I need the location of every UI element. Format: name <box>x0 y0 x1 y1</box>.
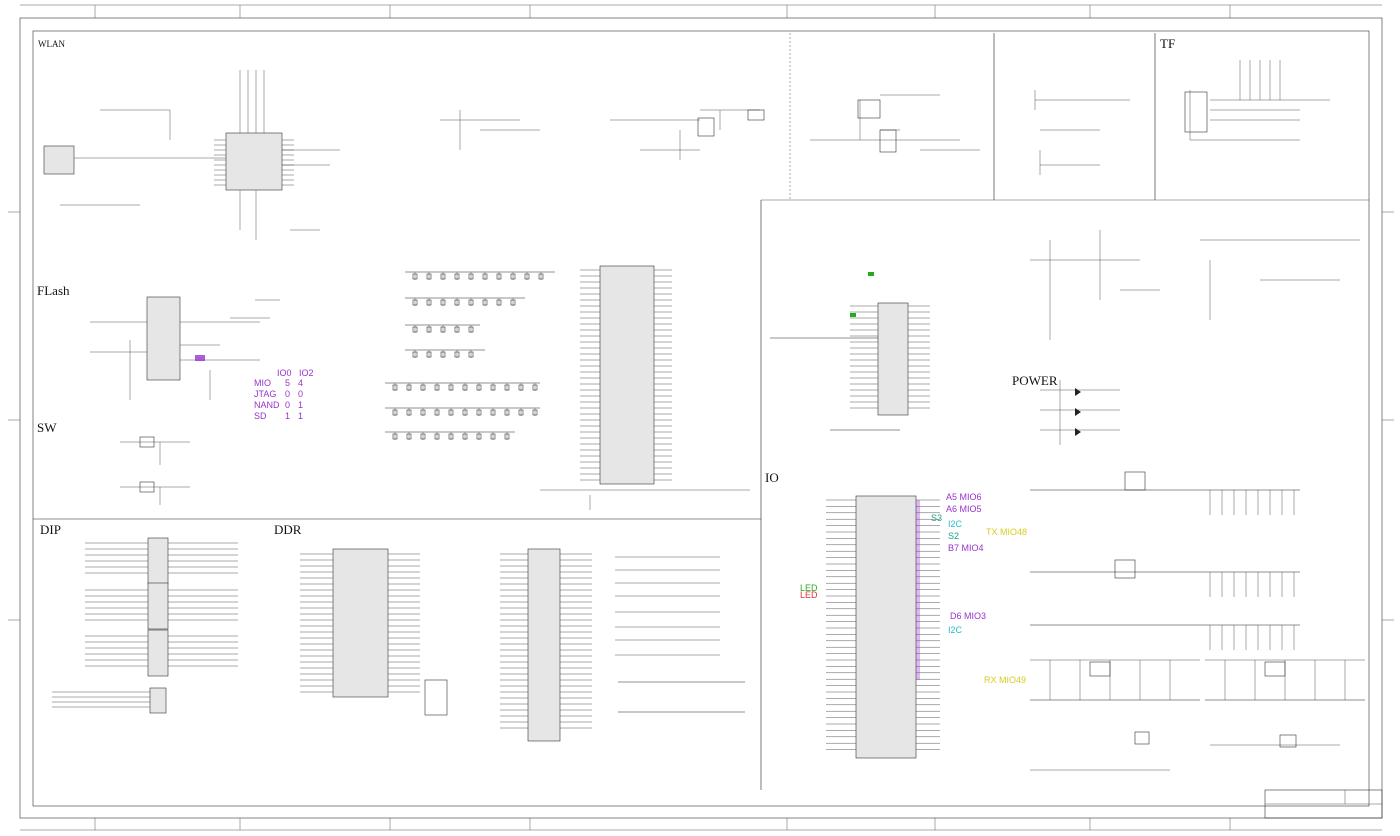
resistor-networks <box>385 271 555 440</box>
boot-row-io2: 1 <box>298 411 303 421</box>
io-label-s2: S2 <box>948 531 959 541</box>
tf-circuit <box>1184 60 1330 141</box>
wlan-antenna-module <box>43 145 75 175</box>
sw-circuit <box>120 436 190 505</box>
io-circuit <box>770 272 940 759</box>
title-block <box>1264 789 1383 819</box>
section-title-io: IO <box>765 470 779 485</box>
io-label-rx-mio: RX MIO49 <box>984 675 1026 685</box>
boot-row-io0: 0 <box>285 400 290 410</box>
ddr-circuit <box>300 548 745 742</box>
io-label-i2c-1: I2C <box>948 519 963 529</box>
boot-mode-table: IO0 IO2 MIO 5 4 JTAG 0 0 NAND 0 1 SD 1 1 <box>254 368 314 421</box>
section-title-wlan: WLAN <box>38 39 65 49</box>
io-label-a6: A6 MIO5 <box>946 504 982 514</box>
boot-row-name: NAND <box>254 400 280 410</box>
io-label-led-2: LED <box>800 590 818 600</box>
boot-row-io0: 0 <box>285 389 290 399</box>
section-title-ddr: DDR <box>274 522 302 537</box>
section-title-dip: DIP <box>40 522 61 537</box>
power-circuit <box>1030 230 1365 771</box>
boot-row-name: JTAG <box>254 389 276 399</box>
dip-circuit <box>52 537 238 714</box>
boot-row-io0: 5 <box>285 378 290 388</box>
io-label-i2c-2: I2C <box>948 625 963 635</box>
boot-row-name: SD <box>254 411 267 421</box>
section-title-flash: FLash <box>37 283 70 298</box>
boot-row-name: MIO <box>254 378 271 388</box>
flash-chip <box>146 296 181 381</box>
boot-row-io0: 1 <box>285 411 290 421</box>
io-label-b7: B7 MIO4 <box>948 543 984 553</box>
io-label-a5: A5 MIO6 <box>946 492 982 502</box>
boot-row-io2: 4 <box>298 378 303 388</box>
section-title-tf: TF <box>1160 36 1175 51</box>
boot-header-io2: IO2 <box>299 368 314 378</box>
sheet-frame <box>8 4 1394 831</box>
boot-row-io2: 0 <box>298 389 303 399</box>
wlan-circuit <box>43 70 1130 240</box>
center-connector <box>540 265 750 510</box>
boot-header-io0: IO0 <box>277 368 292 378</box>
io-label-d6: D6 MIO3 <box>950 611 986 621</box>
flash-circuit <box>90 296 280 400</box>
section-title-power: POWER <box>1012 373 1058 388</box>
io-label-s3: S3 <box>931 513 942 523</box>
wlan-chip <box>225 132 283 191</box>
io-label-tx-mio: TX MIO48 <box>986 527 1027 537</box>
section-title-sw: SW <box>37 420 57 435</box>
schematic-sheet: WLAN FLash SW DIP DDR TF POWER IO IO0 IO… <box>8 4 1394 831</box>
boot-row-io2: 1 <box>298 400 303 410</box>
